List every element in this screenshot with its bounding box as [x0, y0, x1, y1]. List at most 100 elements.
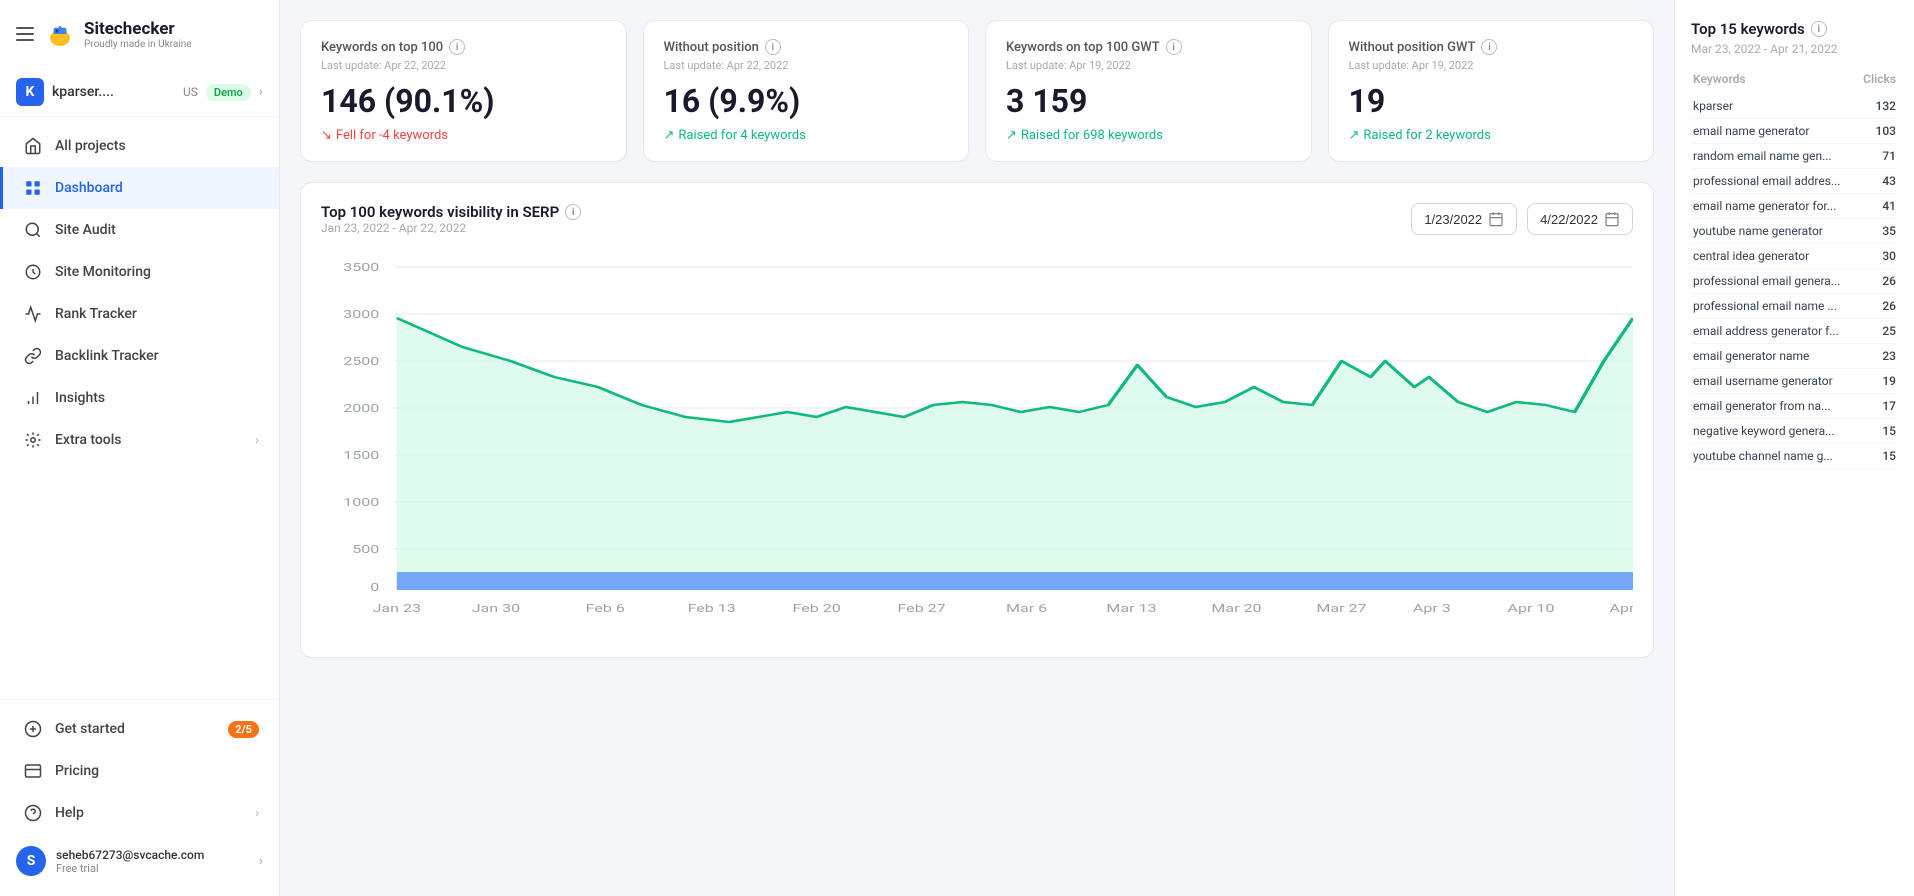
- col-clicks: Clicks: [1863, 72, 1896, 86]
- keyword-clicks-6: 30: [1866, 249, 1896, 263]
- logo-text: Sitechecker Proudly made in Ukraine: [84, 19, 192, 50]
- help-icon: [23, 803, 43, 823]
- keyword-row-3: professional email addres... 43: [1691, 169, 1898, 194]
- card-value-3: 19: [1349, 82, 1634, 120]
- stat-card-1: Without position i Last update: Apr 22, …: [643, 20, 970, 162]
- chart-title-area: Top 100 keywords visibility in SERP i Ja…: [321, 203, 581, 251]
- main-nav: All projects Dashboard Site Audit Site M…: [0, 117, 279, 699]
- card-title-3: Without position GWT i: [1349, 39, 1634, 55]
- insights-icon: [23, 388, 43, 408]
- keyword-row-9: email address generator f... 25: [1691, 319, 1898, 344]
- pricing-icon: [23, 761, 43, 781]
- sidebar-item-site-audit[interactable]: Site Audit: [0, 209, 279, 251]
- user-profile[interactable]: S seheb67273@svcache.com Free trial ›: [0, 834, 279, 888]
- keywords-table: Keywords Clicks kparser 132 email name g…: [1691, 72, 1898, 469]
- svg-text:1500: 1500: [343, 449, 379, 462]
- date-from-value: 1/23/2022: [1424, 212, 1482, 227]
- keyword-row-6: central idea generator 30: [1691, 244, 1898, 269]
- keywords-table-header: Keywords Clicks: [1691, 72, 1898, 86]
- card-update-0: Last update: Apr 22, 2022: [321, 59, 606, 72]
- date-from-picker[interactable]: 1/23/2022: [1411, 203, 1517, 235]
- svg-text:Feb 6: Feb 6: [586, 602, 626, 615]
- sidebar-item-extra-tools[interactable]: Extra tools ›: [0, 419, 279, 461]
- keyword-clicks-2: 71: [1866, 149, 1896, 163]
- sidebar-item-pricing[interactable]: Pricing: [0, 750, 279, 792]
- home-icon: [23, 136, 43, 156]
- keyword-clicks-7: 26: [1866, 274, 1896, 288]
- sidebar-item-insights[interactable]: Insights: [0, 377, 279, 419]
- info-icon-0[interactable]: i: [449, 39, 465, 55]
- sidebar-item-get-started[interactable]: Get started 2/5: [0, 708, 279, 750]
- project-selector[interactable]: K kparser.... US Demo ›: [0, 68, 279, 117]
- sidebar-label-help: Help: [55, 805, 243, 821]
- visibility-chart: 3500 3000 2500 2000 1500 1000 500 0 Jan: [321, 257, 1633, 637]
- svg-text:Jan 30: Jan 30: [472, 602, 520, 615]
- svg-text:Apr 10: Apr 10: [1508, 602, 1555, 615]
- card-change-1: ↗ Raised for 4 keywords: [664, 128, 949, 143]
- sidebar: Sitechecker Proudly made in Ukraine K kp…: [0, 0, 280, 896]
- sidebar-item-all-projects[interactable]: All projects: [0, 125, 279, 167]
- keyword-name-11: email username generator: [1693, 374, 1866, 388]
- card-title-0: Keywords on top 100 i: [321, 39, 606, 55]
- sidebar-header: Sitechecker Proudly made in Ukraine: [0, 0, 279, 68]
- keyword-name-9: email address generator f...: [1693, 324, 1866, 338]
- sidebar-label-extra-tools: Extra tools: [55, 432, 243, 448]
- link-icon: [23, 346, 43, 366]
- card-value-0: 146 (90.1%): [321, 82, 606, 120]
- menu-toggle[interactable]: [16, 27, 34, 41]
- user-info: seheb67273@svcache.com Free trial: [56, 848, 249, 875]
- project-chevron-icon: ›: [259, 84, 263, 100]
- sidebar-label-rank-tracker: Rank Tracker: [55, 306, 259, 322]
- svg-text:0: 0: [370, 581, 379, 594]
- keyword-name-13: negative keyword genera...: [1693, 424, 1866, 438]
- keyword-name-8: professional email name ...: [1693, 299, 1866, 313]
- rank-icon: [23, 304, 43, 324]
- sidebar-item-site-monitoring[interactable]: Site Monitoring: [0, 251, 279, 293]
- project-icon: K: [16, 78, 44, 106]
- date-to-picker[interactable]: 4/22/2022: [1527, 203, 1633, 235]
- sidebar-label-insights: Insights: [55, 390, 259, 406]
- keyword-row-0: kparser 132: [1691, 94, 1898, 119]
- keyword-name-0: kparser: [1693, 99, 1866, 113]
- logo-icon: [44, 18, 76, 50]
- info-icon-1[interactable]: i: [765, 39, 781, 55]
- card-update-1: Last update: Apr 22, 2022: [664, 59, 949, 72]
- sidebar-item-rank-tracker[interactable]: Rank Tracker: [0, 293, 279, 335]
- svg-text:500: 500: [352, 543, 379, 556]
- help-chevron-icon: ›: [255, 806, 259, 821]
- project-country: US: [183, 85, 198, 99]
- keyword-name-3: professional email addres...: [1693, 174, 1866, 188]
- sidebar-item-backlink-tracker[interactable]: Backlink Tracker: [0, 335, 279, 377]
- card-value-1: 16 (9.9%): [664, 82, 949, 120]
- arrow-up-icon: ↗: [664, 128, 675, 143]
- keyword-name-14: youtube channel name g...: [1693, 449, 1866, 463]
- svg-text:Feb 13: Feb 13: [688, 602, 736, 615]
- keyword-clicks-0: 132: [1866, 99, 1896, 113]
- sidebar-item-dashboard[interactable]: Dashboard: [0, 167, 279, 209]
- card-change-2: ↗ Raised for 698 keywords: [1006, 128, 1291, 143]
- user-plan: Free trial: [56, 862, 249, 875]
- info-icon-2[interactable]: i: [1166, 39, 1182, 55]
- top-keywords-date: Mar 23, 2022 - Apr 21, 2022: [1691, 42, 1898, 56]
- card-change-0: ↘ Fell for -4 keywords: [321, 128, 606, 143]
- arrow-up-icon-2: ↗: [1006, 128, 1017, 143]
- stat-card-0: Keywords on top 100 i Last update: Apr 2…: [300, 20, 627, 162]
- sidebar-label-dashboard: Dashboard: [55, 180, 259, 196]
- extra-tools-chevron-icon: ›: [255, 433, 259, 448]
- svg-text:Apr 3: Apr 3: [1413, 602, 1451, 615]
- svg-text:Feb 27: Feb 27: [897, 602, 946, 615]
- keyword-name-1: email name generator: [1693, 124, 1866, 138]
- keyword-clicks-3: 43: [1866, 174, 1896, 188]
- demo-badge: Demo: [206, 84, 251, 101]
- info-icon-3[interactable]: i: [1481, 39, 1497, 55]
- sidebar-label-all-projects: All projects: [55, 138, 259, 154]
- get-started-badge: 2/5: [228, 721, 259, 738]
- stats-grid: Keywords on top 100 i Last update: Apr 2…: [300, 20, 1654, 162]
- sidebar-label-site-audit: Site Audit: [55, 222, 259, 238]
- sidebar-item-help[interactable]: Help ›: [0, 792, 279, 834]
- top-kw-info-icon[interactable]: i: [1811, 21, 1827, 37]
- svg-text:3000: 3000: [343, 308, 379, 321]
- card-update-2: Last update: Apr 19, 2022: [1006, 59, 1291, 72]
- chart-info-icon[interactable]: i: [565, 204, 581, 220]
- date-pickers: 1/23/2022 4/22/2022: [1411, 203, 1633, 235]
